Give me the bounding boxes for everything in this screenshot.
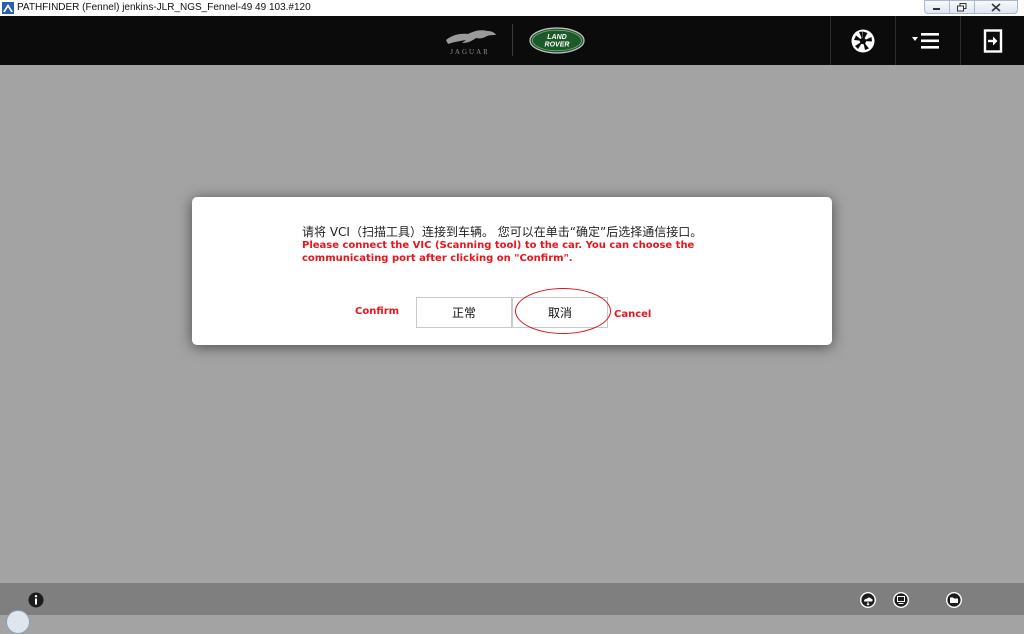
cancel-annotation: Cancel — [614, 309, 652, 320]
window-titlebar: PATHFINDER (Fennel) jenkins-JLR_NGS_Fenn… — [0, 0, 1024, 17]
status-bar — [0, 583, 1024, 634]
confirm-annotation: Confirm — [355, 306, 400, 317]
minimize-icon — [933, 8, 940, 10]
minimize-button[interactable] — [924, 0, 950, 14]
menu-button[interactable] — [896, 16, 960, 65]
cancel-button[interactable]: 取消 — [512, 297, 608, 328]
cloud-sync-icon[interactable] — [859, 591, 877, 609]
exit-button[interactable] — [961, 16, 1024, 65]
window-title: PATHFINDER (Fennel) jenkins-JLR_NGS_Fenn… — [17, 2, 311, 13]
close-button[interactable] — [974, 0, 1018, 14]
dialog-message-english: Please connect the VIC (Scanning tool) t… — [302, 240, 695, 264]
start-orb-icon[interactable] — [6, 610, 30, 634]
logo-divider — [512, 24, 513, 56]
close-icon — [991, 2, 1001, 12]
dialog-message-chinese: 请将 VCI（扫描工具）连接到车辆。 您可以在单击“确定”后选择通信接口。 — [302, 225, 703, 239]
jaguar-logo: JAGUAR — [438, 23, 502, 61]
folder-icon[interactable] — [945, 591, 963, 609]
camera-shutter-icon — [851, 29, 875, 52]
app-icon — [2, 2, 14, 14]
menu-icon — [912, 32, 939, 49]
ok-button[interactable]: 正常 — [416, 297, 512, 328]
restore-button[interactable] — [949, 0, 975, 14]
svg-text:ROVER: ROVER — [545, 42, 570, 49]
land-rover-logo: LAND ROVER — [529, 27, 585, 54]
restore-icon — [957, 2, 967, 11]
window-controls — [924, 0, 1018, 15]
svg-text:LAND: LAND — [547, 34, 566, 41]
vci-connect-dialog: 请将 VCI（扫描工具）连接到车辆。 您可以在单击“确定”后选择通信接口。 Pl… — [192, 197, 832, 345]
exit-icon — [983, 28, 1002, 53]
jaguar-leaper-icon — [446, 30, 496, 44]
screenshot-button[interactable] — [831, 16, 895, 65]
info-icon[interactable] — [27, 591, 45, 609]
monitor-icon[interactable] — [892, 591, 910, 609]
app-header: JAGUAR LAND ROVER — [0, 16, 1024, 65]
jaguar-text: JAGUAR — [450, 48, 490, 56]
